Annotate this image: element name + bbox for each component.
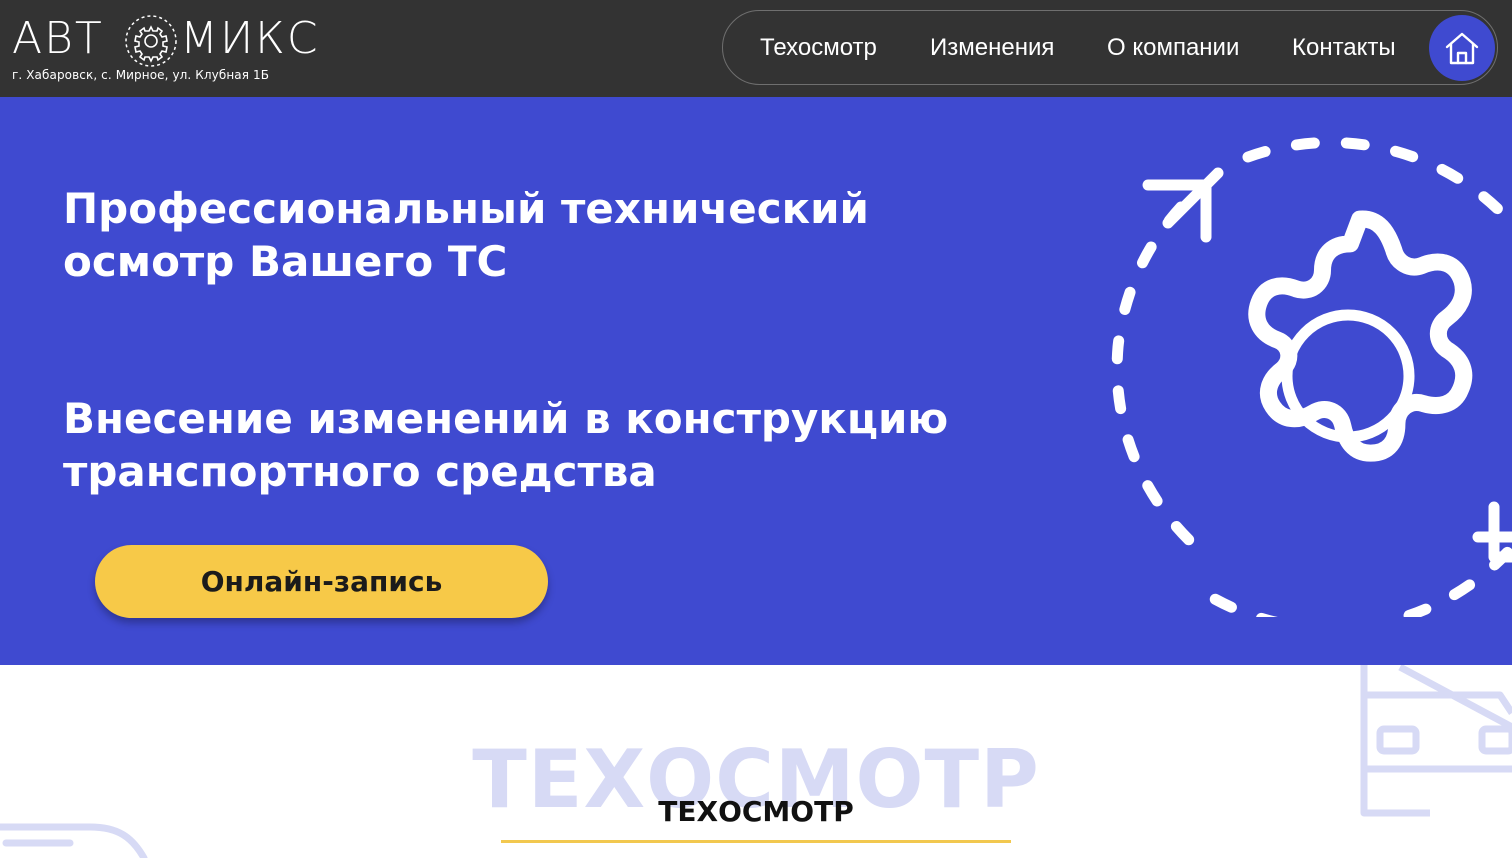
home-button[interactable] <box>1429 15 1495 81</box>
section-title: ТЕХОСМОТР <box>658 795 854 828</box>
nav-item-kontakty[interactable]: Контакты <box>1292 34 1396 62</box>
main-nav: Техосмотр Изменения О компании Контакты <box>722 10 1498 85</box>
online-booking-button[interactable]: Онлайн-запись <box>95 545 548 618</box>
home-icon <box>1445 32 1479 65</box>
logo[interactable]: АВТ МИКС г. Хабаровск, с. Мирное, ул. Кл… <box>12 10 342 90</box>
nav-item-tekhosmotr[interactable]: Техосмотр <box>760 34 877 62</box>
hero-title-modifications: Внесение изменений в конструкцию транспо… <box>63 394 949 496</box>
nav-item-izmeneniya[interactable]: Изменения <box>930 34 1054 62</box>
logo-text-left: АВТ <box>12 13 104 64</box>
online-booking-label: Онлайн-запись <box>200 565 443 598</box>
site-header: АВТ МИКС г. Хабаровск, с. Мирное, ул. Кл… <box>0 0 1512 97</box>
section-title-underline <box>501 840 1011 843</box>
hero-title-inspection: Профессиональный технический осмотр Ваше… <box>63 184 869 286</box>
inspection-section: ТЕХОСМОТР ТЕХОСМОТР <box>0 665 1512 858</box>
logo-address: г. Хабаровск, с. Мирное, ул. Клубная 1Б <box>12 68 270 82</box>
logo-gear-icon <box>125 15 177 67</box>
nav-item-o-kompanii[interactable]: О компании <box>1107 34 1239 62</box>
gear-cycle-icon <box>1111 137 1512 617</box>
hero-banner: Профессиональный технический осмотр Ваше… <box>0 97 1512 665</box>
logo-text-right: МИКС <box>180 13 320 64</box>
